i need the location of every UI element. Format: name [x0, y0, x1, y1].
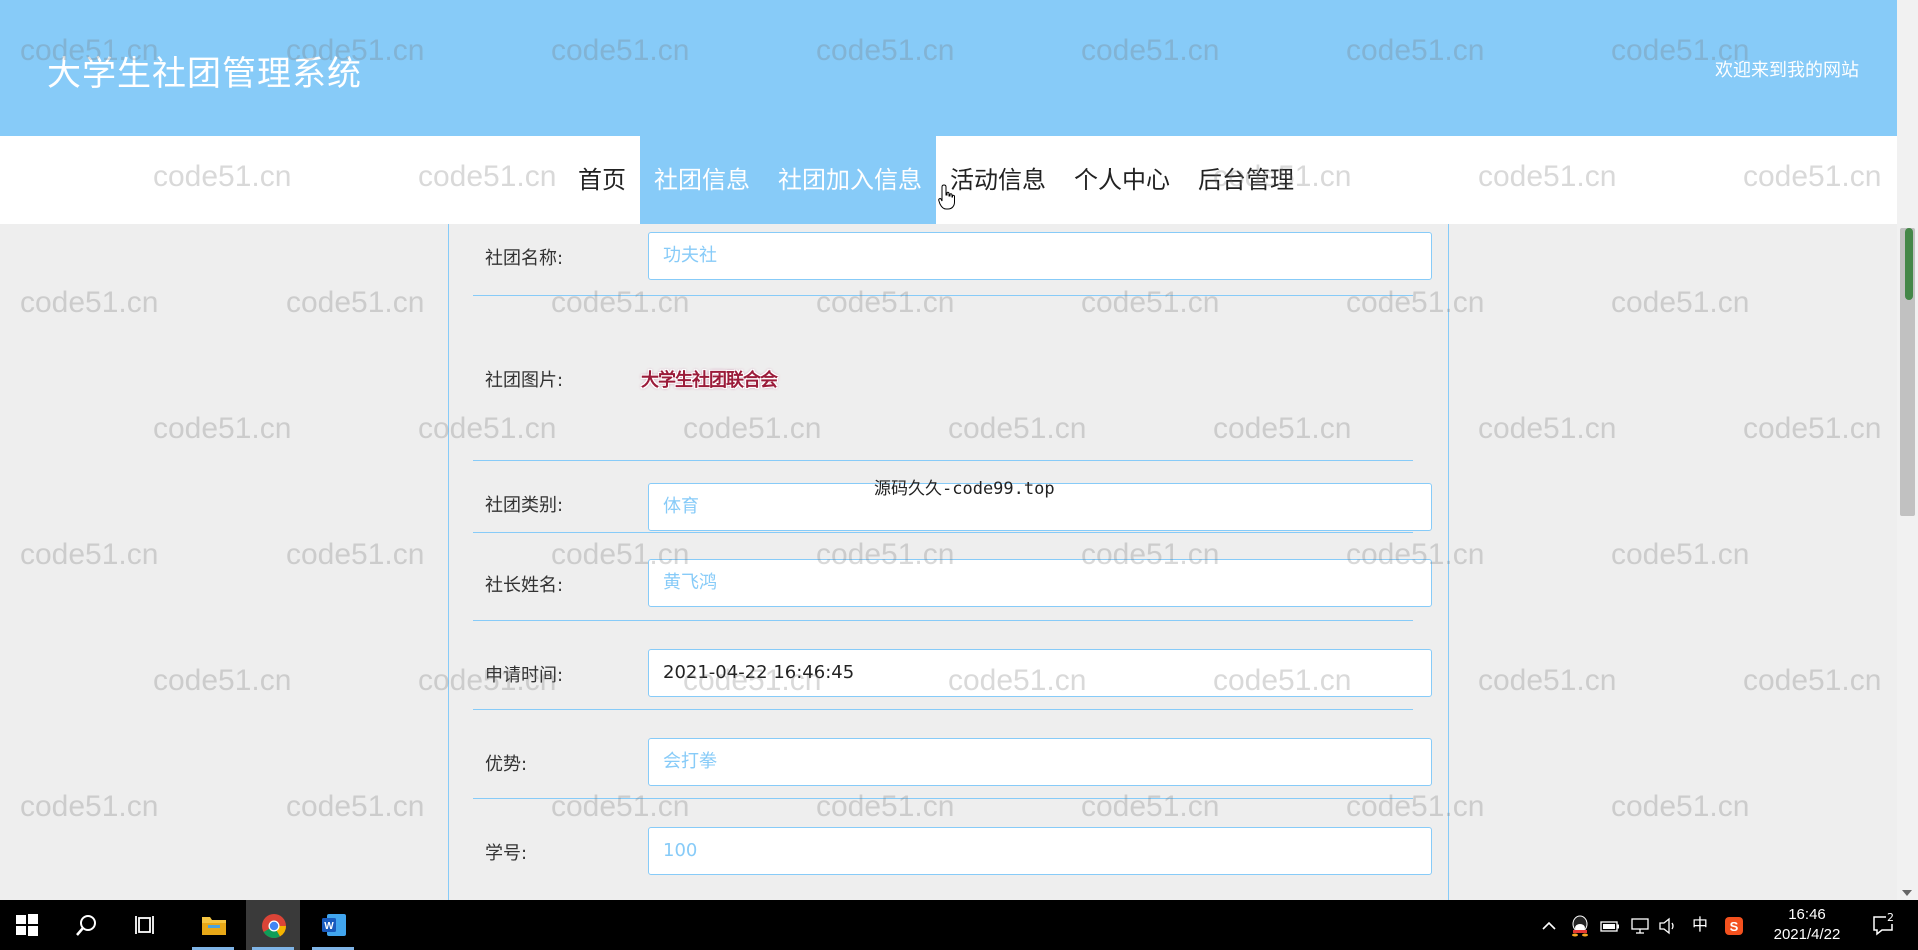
- network-icon[interactable]: [1630, 900, 1650, 950]
- word-icon: W: [322, 914, 346, 936]
- task-view-icon: [135, 916, 154, 934]
- form-row-club-name: 社团名称: 功夫社: [473, 224, 1432, 296]
- nav-item-personal-center[interactable]: 个人中心: [1060, 136, 1184, 224]
- page-scrollbar[interactable]: [1897, 0, 1918, 900]
- form-row-apply-time: 申请时间: 2021-04-22 16:46:45: [473, 621, 1432, 710]
- watermark: code51.cn: [1743, 412, 1882, 445]
- volume-icon[interactable]: [1658, 900, 1678, 950]
- watermark: code51.cn: [153, 664, 292, 697]
- watermark: code51.cn: [20, 538, 159, 571]
- windows-logo-icon: [16, 914, 38, 936]
- watermark: code51.cn: [153, 412, 292, 445]
- field-label: 学号:: [485, 843, 528, 864]
- nav-item-club-info[interactable]: 社团信息: [640, 136, 764, 224]
- clock-time: 16:46: [1788, 906, 1826, 923]
- chrome-icon: [262, 914, 286, 939]
- qq-icon[interactable]: [1570, 900, 1590, 950]
- watermark: code51.cn: [1478, 412, 1617, 445]
- nav-item-home[interactable]: 首页: [564, 136, 640, 224]
- svg-text:S: S: [1730, 919, 1739, 934]
- start-button[interactable]: [0, 900, 54, 950]
- welcome-text: 欢迎来到我的网站: [1715, 60, 1859, 81]
- president-name-field[interactable]: 黄飞鸿: [648, 559, 1432, 607]
- task-view-button[interactable]: [120, 900, 174, 950]
- scroll-indicator-icon: [1905, 228, 1913, 300]
- word-button[interactable]: W: [306, 900, 360, 950]
- search-button[interactable]: [60, 900, 114, 950]
- field-label: 社团图片:: [485, 370, 564, 391]
- nav-item-club-join-info[interactable]: 社团加入信息: [764, 136, 936, 224]
- form-row-advantage: 优势: 会打拳: [473, 710, 1432, 799]
- watermark: code51.cn: [286, 286, 425, 319]
- notification-count-badge: 2: [1886, 911, 1895, 924]
- field-label: 申请时间:: [485, 665, 564, 686]
- scroll-down-arrow-icon[interactable]: [1902, 890, 1912, 896]
- battery-icon[interactable]: [1600, 900, 1620, 950]
- student-id-field[interactable]: 100: [648, 827, 1432, 875]
- clock-date: 2021/4/22: [1773, 926, 1841, 943]
- field-label: 社长姓名:: [485, 575, 564, 596]
- watermark: code51.cn: [20, 286, 159, 319]
- chrome-button[interactable]: [246, 900, 300, 950]
- apply-time-field[interactable]: 2021-04-22 16:46:45: [648, 649, 1432, 697]
- ime-indicator[interactable]: 中: [1692, 900, 1708, 950]
- folder-icon: [202, 917, 226, 935]
- watermark: code51.cn: [1611, 286, 1750, 319]
- watermark: code51.cn: [286, 538, 425, 571]
- nav-item-activity-info[interactable]: 活动信息: [936, 136, 1060, 224]
- advantage-field[interactable]: 会打拳: [648, 738, 1432, 786]
- field-label: 优势:: [485, 754, 528, 775]
- watermark: code51.cn: [1478, 664, 1617, 697]
- form-row-student-id: 学号: 100: [473, 799, 1432, 899]
- watermark: code51.cn: [1611, 538, 1750, 571]
- taskbar-clock[interactable]: 16:46 2021/4/22: [1772, 905, 1842, 945]
- main-nav: 首页 社团信息 社团加入信息 活动信息 个人中心 后台管理: [0, 136, 1897, 224]
- search-icon: [76, 915, 96, 936]
- club-image: 大学生社团联合会: [641, 370, 778, 391]
- watermark: code51.cn: [20, 790, 159, 823]
- sogou-input-icon[interactable]: S: [1724, 900, 1744, 950]
- nav-item-admin[interactable]: 后台管理: [1184, 136, 1308, 224]
- watermark: code51.cn: [1743, 664, 1882, 697]
- overlay-watermark-text: 源码久久-code99.top: [874, 479, 1055, 499]
- svg-text:W: W: [324, 921, 334, 932]
- form-row-president-name: 社长姓名: 黄飞鸿: [473, 533, 1432, 621]
- action-center-button[interactable]: 2: [1872, 900, 1896, 950]
- site-title: 大学生社团管理系统: [47, 54, 362, 94]
- club-name-field[interactable]: 功夫社: [648, 232, 1432, 280]
- field-label: 社团名称:: [485, 248, 564, 269]
- watermark: code51.cn: [286, 790, 425, 823]
- file-explorer-button[interactable]: [186, 900, 240, 950]
- site-header: 大学生社团管理系统 欢迎来到我的网站: [0, 0, 1897, 136]
- form-row-club-image: 社团图片: 大学生社团联合会: [473, 296, 1413, 461]
- tray-chevron-up-icon[interactable]: [1542, 900, 1556, 950]
- club-detail-panel: 社团名称: 功夫社 社团图片: 大学生社团联合会 社团类别: 体育 社长姓名: …: [448, 224, 1449, 900]
- hand-cursor-icon: [938, 184, 955, 210]
- watermark: code51.cn: [1611, 790, 1750, 823]
- windows-taskbar: W 中 S 16:46 2021/4/22 2: [0, 900, 1918, 950]
- field-label: 社团类别:: [485, 495, 564, 516]
